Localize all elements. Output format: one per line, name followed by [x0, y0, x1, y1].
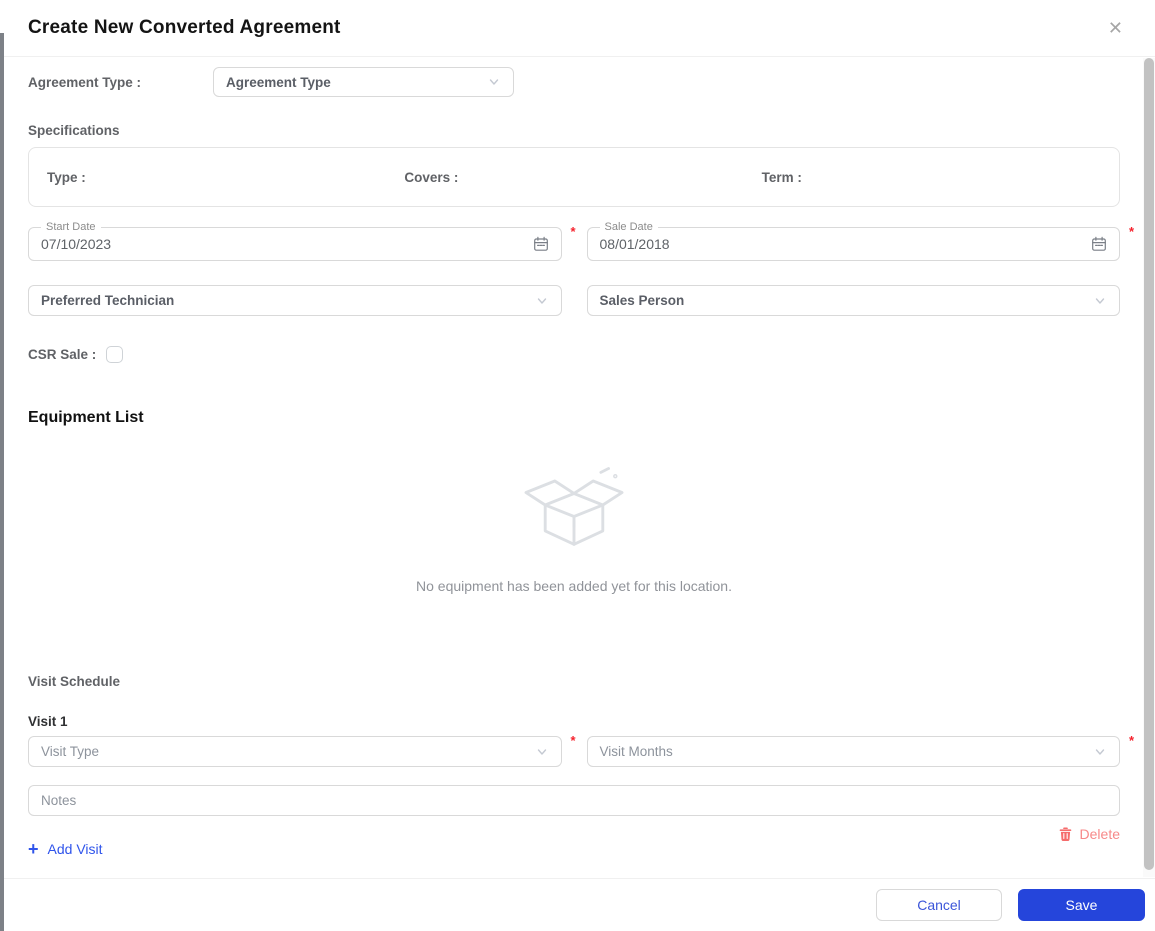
chevron-down-icon — [535, 294, 549, 308]
vertical-scrollbar[interactable] — [1143, 58, 1155, 877]
csr-sale-row: CSR Sale : — [28, 346, 1120, 363]
plus-icon: + — [28, 839, 39, 859]
create-converted-agreement-modal: Create New Converted Agreement ✕ Agreeme… — [0, 0, 1155, 931]
equipment-empty-message: No equipment has been added yet for this… — [416, 578, 732, 594]
modal-header: Create New Converted Agreement ✕ — [0, 0, 1155, 57]
visit-type-col: Visit Type * — [28, 733, 576, 767]
visit-months-value: Visit Months — [599, 744, 673, 759]
sale-date-label: Sale Date — [599, 220, 658, 234]
sales-person-col: Sales Person — [586, 285, 1120, 316]
chevron-down-icon — [1093, 745, 1107, 759]
visit-months-col: Visit Months * — [586, 733, 1134, 767]
start-date-col: Start Date * — [28, 220, 576, 261]
start-date-input[interactable] — [41, 236, 397, 252]
add-visit-button[interactable]: + Add Visit — [28, 840, 103, 858]
sales-person-select[interactable]: Sales Person — [586, 285, 1120, 316]
required-asterisk: * — [1128, 733, 1134, 748]
chevron-down-icon — [1093, 294, 1107, 308]
people-row: Preferred Technician Sales Person — [28, 285, 1120, 316]
agreement-type-select-value: Agreement Type — [226, 74, 331, 90]
modal-footer: Cancel Save — [0, 878, 1155, 931]
dates-row: Start Date * — [28, 220, 1134, 261]
required-asterisk: * — [570, 733, 576, 748]
start-date-label: Start Date — [41, 220, 101, 234]
specifications-box: Type : Covers : Term : — [28, 147, 1120, 207]
spec-covers-label: Covers : — [404, 169, 459, 185]
visit-1-row: Visit Type * Visit Months * — [28, 733, 1134, 767]
csr-sale-checkbox[interactable] — [106, 346, 124, 363]
sale-date-col: Sale Date * — [586, 220, 1134, 261]
visit-notes-input[interactable] — [28, 785, 1120, 816]
visit-1-title: Visit 1 — [28, 714, 68, 729]
preferred-technician-col: Preferred Technician — [28, 285, 562, 316]
visit-actions-row: Delete + Add Visit — [28, 816, 1120, 876]
calendar-icon[interactable] — [533, 236, 549, 252]
preferred-technician-value: Preferred Technician — [41, 293, 175, 308]
visit-type-select[interactable]: Visit Type — [28, 736, 562, 767]
calendar-icon[interactable] — [1091, 236, 1107, 252]
sale-date-field[interactable]: Sale Date — [586, 220, 1120, 261]
cancel-button[interactable]: Cancel — [876, 889, 1002, 921]
trash-icon — [1058, 826, 1073, 842]
preferred-technician-select[interactable]: Preferred Technician — [28, 285, 562, 316]
start-date-field[interactable]: Start Date — [28, 220, 562, 261]
save-button[interactable]: Save — [1018, 889, 1145, 921]
add-visit-label: Add Visit — [47, 841, 103, 857]
equipment-empty-state: No equipment has been added yet for this… — [28, 457, 1120, 594]
empty-box-icon — [516, 457, 632, 553]
required-asterisk: * — [1128, 224, 1134, 239]
specifications-section-label: Specifications — [28, 123, 120, 138]
delete-visit-label: Delete — [1079, 826, 1120, 842]
chevron-down-icon — [487, 75, 501, 89]
equipment-list-heading: Equipment List — [28, 409, 144, 426]
close-icon[interactable]: ✕ — [1104, 15, 1127, 41]
sales-person-value: Sales Person — [599, 293, 685, 308]
agreement-type-row: Agreement Type : Agreement Type — [28, 67, 1120, 97]
visit-months-select[interactable]: Visit Months — [586, 736, 1120, 767]
agreement-type-label: Agreement Type : — [28, 74, 142, 90]
agreement-type-select[interactable]: Agreement Type — [213, 67, 514, 97]
required-asterisk: * — [570, 224, 576, 239]
spec-type-label: Type : — [47, 169, 86, 185]
delete-visit-button[interactable]: Delete — [1058, 826, 1120, 842]
modal-body: Agreement Type : Agreement Type Specific… — [0, 57, 1155, 878]
visit-type-value: Visit Type — [41, 744, 100, 759]
chevron-down-icon — [535, 745, 549, 759]
visit-schedule-section-label: Visit Schedule — [28, 674, 121, 689]
scrollbar-thumb[interactable] — [1144, 58, 1154, 870]
modal-title: Create New Converted Agreement — [28, 17, 341, 38]
background-page-edge — [0, 33, 4, 931]
sale-date-input[interactable] — [599, 236, 955, 252]
spec-term-label: Term : — [761, 169, 802, 185]
csr-sale-label: CSR Sale : — [28, 347, 97, 362]
